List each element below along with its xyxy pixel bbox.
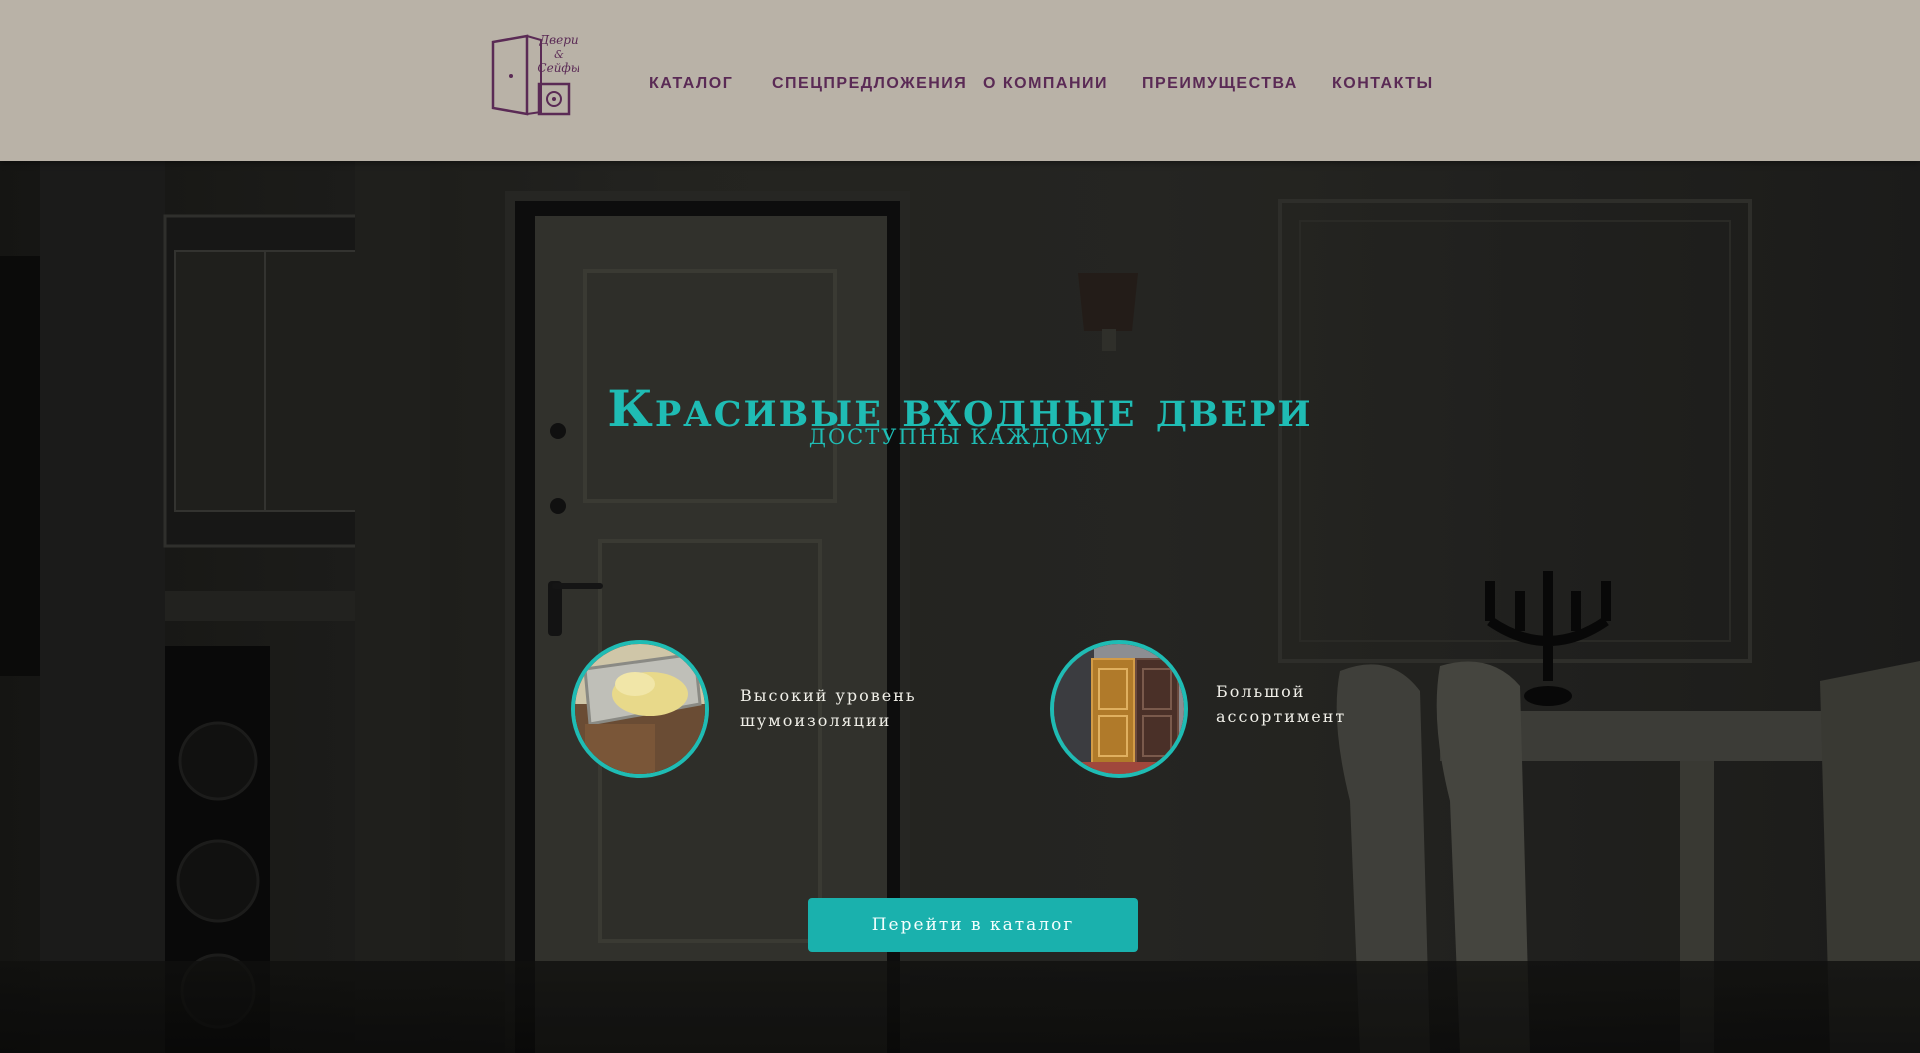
assortment-image (1050, 640, 1188, 778)
hero-subtitle: доступны каждому (808, 425, 1112, 449)
feature-soundproofing-line1: Высокий уровень (740, 686, 917, 705)
soundproofing-image (571, 640, 709, 778)
feature-soundproofing-text: Высокий уровень шумоизоляции (740, 683, 950, 733)
feature-assortment-text: Большой ассортимент (1216, 679, 1426, 729)
nav-about[interactable]: О КОМПАНИИ (983, 72, 1108, 96)
nav-special-offers[interactable]: СПЕЦПРЕДЛОЖЕНИЯ (772, 72, 967, 96)
site-header: Двери & Сейфы КАТАЛОГ СПЕЦПРЕДЛОЖЕНИЯ О … (0, 0, 1920, 161)
go-to-catalog-button[interactable]: Перейти в каталог (808, 898, 1138, 952)
svg-text:&: & (554, 48, 564, 61)
nav-catalog[interactable]: КАТАЛОГ (649, 72, 733, 96)
feature-assortment-line2: ассортимент (1216, 707, 1347, 726)
svg-text:Двери: Двери (538, 33, 578, 47)
logo[interactable]: Двери & Сейфы (487, 30, 581, 120)
door-safe-logo-icon: Двери & Сейфы (491, 33, 581, 116)
svg-text:Сейфы: Сейфы (537, 61, 579, 75)
nav-contacts[interactable]: КОНТАКТЫ (1332, 72, 1434, 96)
feature-soundproofing-line2: шумоизоляции (740, 711, 892, 730)
nav-advantages[interactable]: ПРЕИМУЩЕСТВА (1142, 72, 1298, 96)
feature-assortment-line1: Большой (1216, 682, 1306, 701)
hero-section: Красивые входные двери доступны каждому … (0, 161, 1920, 1053)
